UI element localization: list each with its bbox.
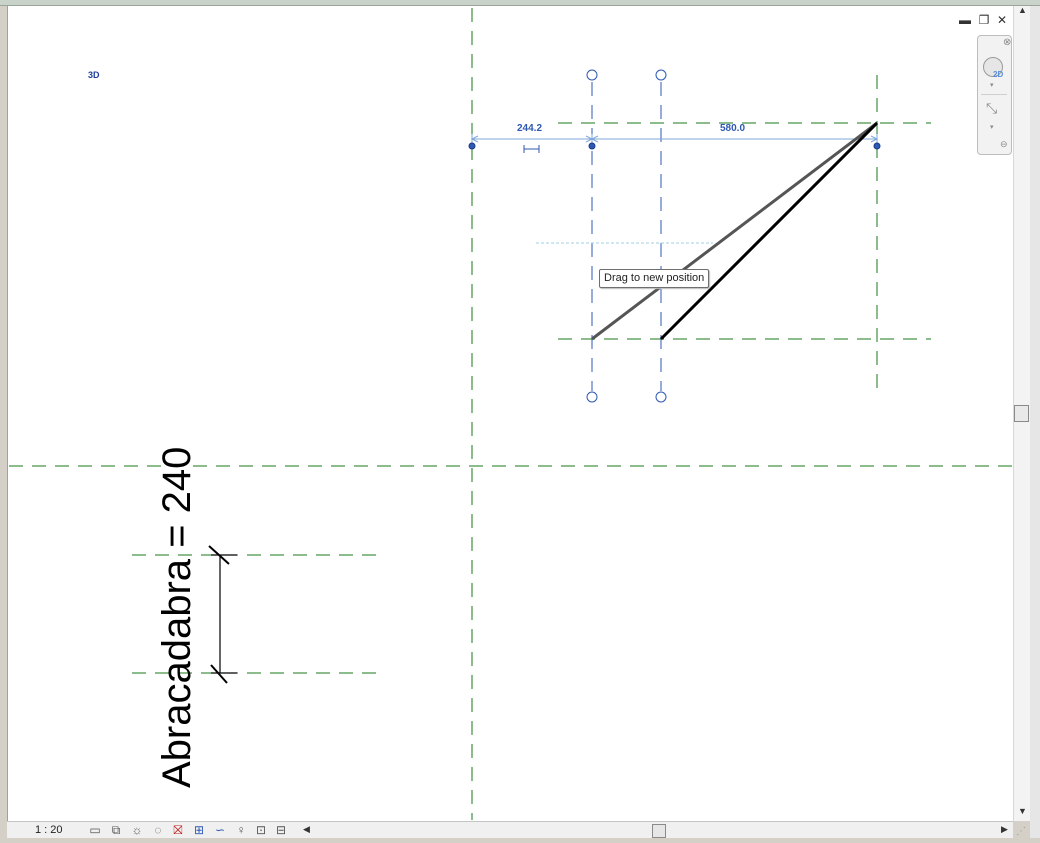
view-3d-label: 3D [88,70,100,80]
reveal-hidden-icon[interactable]: ♀ [234,823,248,837]
scroll-left-icon[interactable]: ◀ [303,824,310,835]
horizontal-scrollbar[interactable]: ◀ ▶ [303,822,1015,838]
toggle-dimension-icon [523,145,540,153]
scroll-right-icon[interactable]: ▶ [1001,824,1008,835]
zoom-region-icon[interactable]: ⤡ [986,100,997,117]
wheel-2d-label: 2D [993,70,1004,79]
close-icon[interactable]: ✕ [995,13,1009,27]
view-window-controls: ▬ ❐ ✕ [958,13,1012,29]
vertical-scroll-thumb[interactable] [1014,405,1029,422]
dimension-grip-right[interactable] [873,142,881,150]
dimension-grip-middle[interactable] [588,142,596,150]
model-line-grey [591,121,878,341]
visual-style-icon[interactable]: ⧉ [109,823,123,837]
navbar-divider [981,94,1007,95]
view-control-bar: 1 : 20 ▭ ⧉ ☼ ◌ ⛝ ⊞ ∽ ♀ ⊡ ⊟ ◀ ▶ [7,821,1013,838]
dimension-grip-left[interactable] [468,142,476,150]
drawing-viewport[interactable]: Abracadabra = 240 3D 244.2 580.0 Drag to… [7,6,1014,821]
minimize-icon[interactable]: ▬ [958,13,972,27]
highlight-displacement-icon[interactable]: ⊟ [274,823,288,837]
chevron-down-icon[interactable]: ▾ [990,81,994,89]
parameter-label: Abracadabra = 240 [155,447,199,788]
sun-path-icon[interactable]: ☼ [130,823,144,837]
temporary-hide-icon[interactable]: ∽ [213,823,227,837]
crop-view-icon[interactable]: ⛝ [171,823,185,837]
view-scale[interactable]: 1 : 20 [35,824,63,836]
drawing-canvas[interactable]: Abracadabra = 240 [8,6,1014,821]
model-line-black [659,121,879,341]
navbar-close-icon[interactable]: ⊗ [1003,37,1011,48]
analytical-model-icon[interactable]: ⊡ [254,823,268,837]
zoom-chevron-down-icon[interactable]: ▾ [990,123,994,131]
shadows-icon[interactable]: ◌ [151,823,165,837]
plane-handle-top-left[interactable] [586,69,598,81]
restore-icon[interactable]: ❐ [977,13,991,27]
detail-level-icon[interactable]: ▭ [88,823,102,837]
window-bottom-edge [0,838,1040,843]
dimension-value-right[interactable]: 580.0 [720,123,745,134]
scroll-down-icon[interactable]: ▼ [1018,806,1027,816]
parameter-dimension [208,545,237,684]
navigation-bar: ⊗ 2D ▾ ⤡ ▾ ⊖ [977,35,1012,155]
dimension-value-left[interactable]: 244.2 [517,123,542,134]
window-right-edge [1030,6,1040,843]
show-crop-icon[interactable]: ⊞ [192,823,206,837]
scroll-up-icon[interactable]: ▲ [1018,5,1027,15]
plane-handle-top-right[interactable] [655,69,667,81]
plane-handle-bottom-left[interactable] [586,391,598,403]
drag-tooltip: Drag to new position [599,269,710,288]
plane-handle-bottom-right[interactable] [655,391,667,403]
navbar-options-icon[interactable]: ⊖ [1000,139,1008,150]
resize-grip-icon[interactable]: ⋰ [1016,826,1028,838]
temporary-dimension [470,134,879,146]
horizontal-scroll-thumb[interactable] [652,824,666,838]
